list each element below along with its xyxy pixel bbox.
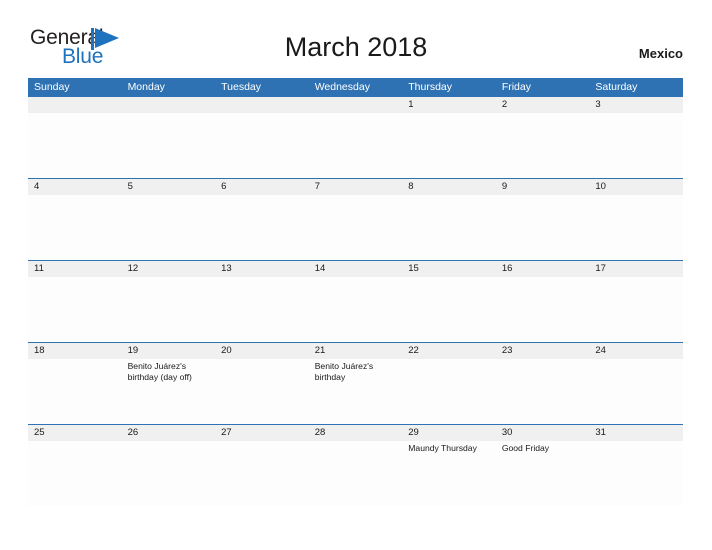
page-title: March 2018: [284, 32, 428, 62]
calendar-grid: Sunday Monday Tuesday Wednesday Thursday…: [28, 78, 683, 506]
date-number[interactable]: [122, 97, 216, 113]
day-header-wednesday: Wednesday: [314, 81, 370, 93]
date-number[interactable]: 19: [122, 343, 216, 359]
day-event-text: [215, 359, 309, 424]
day-event-text: [215, 441, 309, 506]
day-event-text: [402, 277, 496, 342]
day-event-text: [122, 277, 216, 342]
day-event-text: [589, 277, 683, 342]
date-number[interactable]: 14: [309, 261, 403, 277]
date-number[interactable]: [309, 97, 403, 113]
date-number[interactable]: 11: [28, 261, 122, 277]
calendar-page: General Blue March 2018 Mexico Sunday Mo…: [0, 0, 712, 550]
day-event-text: [402, 359, 496, 424]
day-event-text: Maundy Thursday: [408, 443, 477, 453]
date-number[interactable]: 28: [309, 425, 403, 441]
day-event-text: [28, 113, 122, 178]
day-header-saturday: Saturday: [595, 81, 638, 93]
date-number[interactable]: 9: [496, 179, 590, 195]
day-event-text: [28, 195, 122, 260]
week-event-cells: Benito Juárez's birthday (day off) Benit…: [28, 359, 683, 424]
date-number[interactable]: 21: [309, 343, 403, 359]
day-of-week-header-row: Sunday Monday Tuesday Wednesday Thursday…: [28, 78, 683, 97]
date-number[interactable]: 4: [28, 179, 122, 195]
day-event-text: [496, 277, 590, 342]
week-event-cells: [28, 277, 683, 342]
date-number[interactable]: 25: [28, 425, 122, 441]
week-row: 4 5 6 7 8 9 10: [28, 178, 683, 260]
date-number[interactable]: 18: [28, 343, 122, 359]
week-event-cells: [28, 113, 683, 178]
day-header-tuesday: Tuesday: [221, 81, 262, 93]
date-number[interactable]: 27: [215, 425, 309, 441]
day-event-text: [589, 441, 683, 506]
day-header-monday: Monday: [127, 81, 165, 93]
day-event-text: [122, 441, 216, 506]
week-row: 1 2 3: [28, 97, 683, 178]
date-number[interactable]: 10: [589, 179, 683, 195]
day-event-text: [28, 441, 122, 506]
day-event-text: Good Friday: [501, 443, 550, 453]
country-label: Mexico: [638, 46, 683, 61]
date-number[interactable]: [215, 97, 309, 113]
day-event-text: [122, 113, 216, 178]
week-date-numbers: 1 2 3: [28, 97, 683, 113]
date-number[interactable]: 29: [402, 425, 496, 441]
day-event-text: Benito Juárez's birthday (day off): [127, 361, 192, 383]
day-event-text: [496, 195, 590, 260]
week-event-cells: [28, 195, 683, 260]
day-event-text: Benito Juárez's birthday: [314, 361, 374, 383]
date-number[interactable]: 6: [215, 179, 309, 195]
day-event-text: [122, 195, 216, 260]
date-number[interactable]: [28, 97, 122, 113]
page-header: General Blue March 2018 Mexico: [0, 0, 712, 76]
day-header-sunday: Sunday: [34, 81, 70, 93]
day-event-text: [402, 195, 496, 260]
date-number[interactable]: 5: [122, 179, 216, 195]
day-event-text: [215, 277, 309, 342]
week-date-numbers: 25 26 27 28 29 30 31: [28, 425, 683, 441]
week-row: 11 12 13 14 15 16 17: [28, 260, 683, 342]
date-number[interactable]: 12: [122, 261, 216, 277]
date-number[interactable]: 15: [402, 261, 496, 277]
day-header-thursday: Thursday: [408, 81, 453, 93]
day-event-text: [589, 359, 683, 424]
date-number[interactable]: 17: [589, 261, 683, 277]
day-event-text: [309, 277, 403, 342]
day-event-text: [309, 195, 403, 260]
week-row: 25 26 27 28 29 30 31 Maundy Thursday Goo…: [28, 424, 683, 506]
day-event-text: [28, 277, 122, 342]
date-number[interactable]: 1: [402, 97, 496, 113]
date-number[interactable]: 22: [402, 343, 496, 359]
day-event-text: [496, 113, 590, 178]
day-event-text: [402, 113, 496, 178]
date-number[interactable]: 3: [589, 97, 683, 113]
week-event-cells: Maundy Thursday Good Friday: [28, 441, 683, 506]
date-number[interactable]: 24: [589, 343, 683, 359]
week-row: 18 19 20 21 22 23 24 Benito Juárez's bir…: [28, 342, 683, 424]
week-date-numbers: 11 12 13 14 15 16 17: [28, 261, 683, 277]
date-number[interactable]: 30: [496, 425, 590, 441]
day-event-text: [215, 195, 309, 260]
date-number[interactable]: 26: [122, 425, 216, 441]
date-number[interactable]: 8: [402, 179, 496, 195]
date-number[interactable]: 20: [215, 343, 309, 359]
date-number[interactable]: 2: [496, 97, 590, 113]
day-event-text: [589, 195, 683, 260]
date-number[interactable]: 23: [496, 343, 590, 359]
date-number[interactable]: 7: [309, 179, 403, 195]
date-number[interactable]: 31: [589, 425, 683, 441]
day-event-text: [309, 113, 403, 178]
date-number[interactable]: 16: [496, 261, 590, 277]
week-date-numbers: 4 5 6 7 8 9 10: [28, 179, 683, 195]
day-event-text: [28, 359, 122, 424]
week-date-numbers: 18 19 20 21 22 23 24: [28, 343, 683, 359]
day-event-text: [215, 113, 309, 178]
date-number[interactable]: 13: [215, 261, 309, 277]
day-header-friday: Friday: [501, 81, 531, 93]
day-event-text: [309, 441, 403, 506]
day-event-text: [496, 359, 590, 424]
day-event-text: [589, 113, 683, 178]
